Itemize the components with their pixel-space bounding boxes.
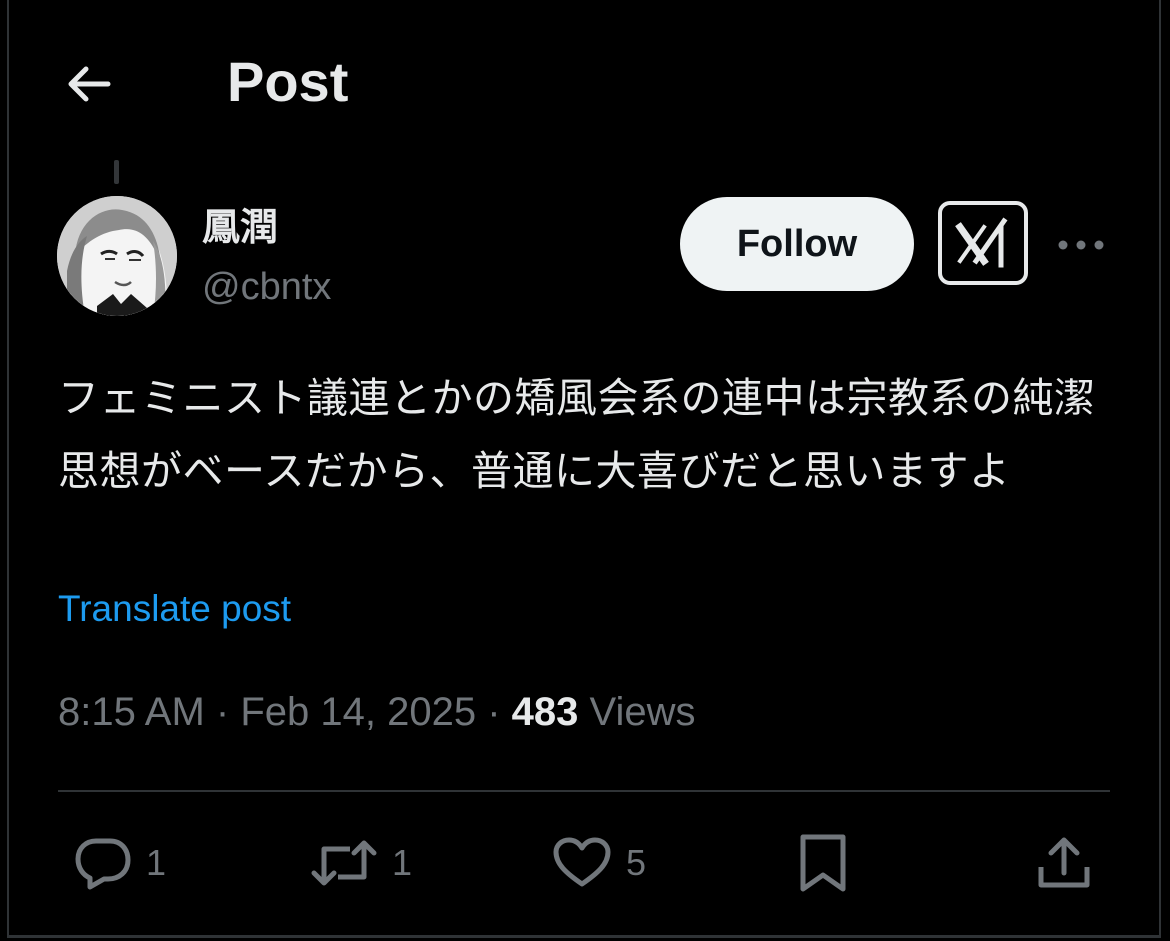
translate-post-link[interactable]: Translate post [58,586,291,632]
avatar-image [57,196,177,316]
reply-button[interactable]: 1 [74,830,166,896]
share-icon [1036,835,1092,891]
avatar[interactable] [57,196,177,316]
more-horizontal-icon [1057,239,1105,251]
reply-count: 1 [146,842,166,884]
share-button[interactable] [1036,830,1092,896]
more-button[interactable] [1055,222,1107,268]
post-text: フェミニスト議連とかの矯風会系の連中は宗教系の純潔思想がベースだから、普通に大喜… [58,362,1118,508]
bookmark-button[interactable] [798,830,848,896]
repost-button[interactable]: 1 [310,830,412,896]
page-title: Post [227,48,348,116]
reply-icon [74,836,132,890]
post-meta: 8:15 AM · Feb 14, 2025 · 483 Views [58,688,696,736]
thread-connector [114,160,119,184]
post-date[interactable]: Feb 14, 2025 [240,690,476,734]
meta-separator: · [487,690,500,734]
arrow-left-icon [64,64,112,104]
author-handle[interactable]: @cbntx [202,264,331,310]
meta-separator: · [216,690,229,734]
author-display-name[interactable]: 鳳潤 [202,205,278,251]
repost-icon [310,837,378,889]
divider [58,790,1110,792]
like-button[interactable]: 5 [552,830,646,896]
grok-icon [954,217,1012,269]
heart-icon [552,836,612,890]
like-count: 5 [626,842,646,884]
views-label: Views [590,690,696,734]
views-count: 483 [512,690,579,734]
follow-button[interactable]: Follow [680,197,914,291]
bookmark-icon [798,833,848,893]
post-time[interactable]: 8:15 AM [58,690,205,734]
repost-count: 1 [392,842,412,884]
grok-button[interactable] [938,201,1028,285]
back-button[interactable] [60,56,116,112]
